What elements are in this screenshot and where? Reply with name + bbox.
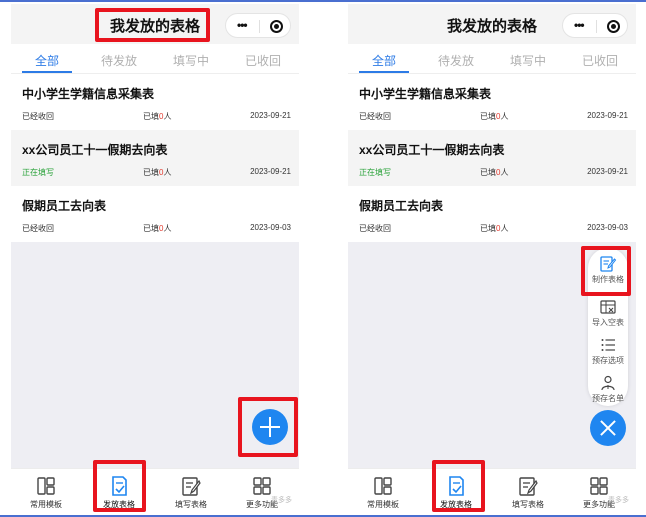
more-grid-icon bbox=[590, 477, 608, 495]
form-date: 2023-09-21 bbox=[250, 167, 291, 176]
form-status: 正在填写 bbox=[22, 168, 54, 177]
capsule-divider bbox=[259, 20, 260, 33]
close-icon[interactable] bbox=[590, 410, 626, 446]
nav-label: 填写表格 bbox=[512, 500, 544, 509]
form-status: 已经收回 bbox=[359, 112, 391, 121]
form-title: 假期员工去向表 bbox=[22, 199, 107, 213]
form-date: 2023-09-21 bbox=[250, 111, 291, 120]
form-fill-count: 已填0人 bbox=[143, 112, 172, 121]
screen-left: 我发放的表格 ••• 全部 待发放 填写中 已收回 中小学生学籍信息采集表 已经… bbox=[11, 4, 299, 514]
menu-preset-options[interactable]: 预存选项 bbox=[584, 335, 632, 371]
fill-form-icon bbox=[182, 477, 201, 496]
nav-fill[interactable]: 填写表格 bbox=[161, 473, 221, 513]
tab-all[interactable]: 全部 bbox=[11, 52, 83, 69]
capsule-divider bbox=[596, 20, 597, 33]
menu-label: 预存选项 bbox=[592, 356, 624, 365]
nav-more[interactable]: 更多功能 bbox=[232, 473, 292, 513]
mini-program-capsule: ••• bbox=[225, 13, 291, 38]
nav-label: 常用模板 bbox=[30, 500, 62, 509]
form-title: 中小学生学籍信息采集表 bbox=[22, 87, 155, 101]
highlight-nav-distribute bbox=[432, 460, 485, 512]
nav-more[interactable]: 更多功能 bbox=[569, 473, 629, 513]
tab-filling[interactable]: 填写中 bbox=[492, 52, 564, 69]
highlight-add bbox=[238, 397, 298, 457]
tab-pending[interactable]: 待发放 bbox=[420, 52, 492, 69]
form-card[interactable]: 中小学生学籍信息采集表 已经收回 已填0人 2023-09-21 bbox=[348, 74, 636, 130]
form-card[interactable]: xx公司员工十一假期去向表 正在填写 已填0人 2023-09-21 bbox=[11, 130, 299, 186]
menu-import-form[interactable]: 导入空表 bbox=[584, 297, 632, 333]
nav-label: 常用模板 bbox=[367, 500, 399, 509]
nav-templates[interactable]: 常用模板 bbox=[16, 473, 76, 513]
tab-collected[interactable]: 已收回 bbox=[227, 52, 299, 69]
form-fill-count: 已填0人 bbox=[480, 168, 509, 177]
form-card[interactable]: 假期员工去向表 已经收回 已填0人 2023-09-03 bbox=[11, 186, 299, 242]
template-grid-icon bbox=[37, 477, 55, 495]
import-form-icon bbox=[600, 300, 616, 314]
form-title: 假期员工去向表 bbox=[359, 199, 444, 213]
form-title: 中小学生学籍信息采集表 bbox=[359, 87, 492, 101]
watermark: 青多多 bbox=[271, 497, 292, 504]
form-date: 2023-09-21 bbox=[587, 167, 628, 176]
form-fill-count: 已填0人 bbox=[143, 224, 172, 233]
highlight-create-form bbox=[581, 246, 631, 296]
form-status: 正在填写 bbox=[359, 168, 391, 177]
form-date: 2023-09-03 bbox=[587, 223, 628, 232]
tab-pending[interactable]: 待发放 bbox=[83, 52, 155, 69]
more-dots-icon[interactable]: ••• bbox=[237, 18, 248, 32]
form-status: 已经收回 bbox=[22, 112, 54, 121]
form-date: 2023-09-03 bbox=[250, 223, 291, 232]
form-title: xx公司员工十一假期去向表 bbox=[22, 143, 168, 157]
menu-preset-list[interactable]: 预存名单 bbox=[584, 373, 632, 409]
screen-right: 我发放的表格 ••• 全部 待发放 填写中 已收回 中小学生学籍信息采集表 已经… bbox=[348, 4, 636, 514]
highlight-title bbox=[95, 8, 210, 42]
watermark: 青多多 bbox=[608, 497, 629, 504]
tab-all[interactable]: 全部 bbox=[348, 52, 420, 69]
form-fill-count: 已填0人 bbox=[480, 224, 509, 233]
bottom-tab-bar: 常用模板 发放表格 填写表格 更多功能 青多多 bbox=[11, 468, 299, 514]
top-divider bbox=[0, 0, 646, 2]
form-fill-count: 已填0人 bbox=[143, 168, 172, 177]
highlight-nav-distribute bbox=[93, 460, 146, 512]
bottom-tab-bar: 常用模板 发放表格 填写表格 更多功能 青多多 bbox=[348, 468, 636, 514]
form-date: 2023-09-21 bbox=[587, 111, 628, 120]
nav-label: 填写表格 bbox=[175, 500, 207, 509]
tab-collected[interactable]: 已收回 bbox=[564, 52, 636, 69]
form-card[interactable]: xx公司员工十一假期去向表 正在填写 已填0人 2023-09-21 bbox=[348, 130, 636, 186]
target-icon[interactable] bbox=[607, 20, 620, 33]
menu-label: 预存名单 bbox=[592, 394, 624, 403]
template-grid-icon bbox=[374, 477, 392, 495]
tab-active-indicator bbox=[22, 71, 72, 73]
status-tabs: 全部 待发放 填写中 已收回 bbox=[348, 44, 636, 74]
nav-fill[interactable]: 填写表格 bbox=[498, 473, 558, 513]
form-status: 已经收回 bbox=[22, 224, 54, 233]
nav-templates[interactable]: 常用模板 bbox=[353, 473, 413, 513]
tab-filling[interactable]: 填写中 bbox=[155, 52, 227, 69]
mini-program-capsule: ••• bbox=[562, 13, 628, 38]
form-card[interactable]: 假期员工去向表 已经收回 已填0人 2023-09-03 bbox=[348, 186, 636, 242]
form-card[interactable]: 中小学生学籍信息采集表 已经收回 已填0人 2023-09-21 bbox=[11, 74, 299, 130]
tab-active-indicator bbox=[359, 71, 409, 73]
status-tabs: 全部 待发放 填写中 已收回 bbox=[11, 44, 299, 74]
nav-bar: 我发放的表格 ••• bbox=[348, 4, 636, 44]
more-dots-icon[interactable]: ••• bbox=[574, 18, 585, 32]
fill-form-icon bbox=[519, 477, 538, 496]
form-title: xx公司员工十一假期去向表 bbox=[359, 143, 505, 157]
more-grid-icon bbox=[253, 477, 271, 495]
menu-label: 导入空表 bbox=[592, 318, 624, 327]
preset-list-icon bbox=[601, 375, 615, 391]
preset-options-icon bbox=[601, 339, 615, 351]
target-icon[interactable] bbox=[270, 20, 283, 33]
form-fill-count: 已填0人 bbox=[480, 112, 509, 121]
form-status: 已经收回 bbox=[359, 224, 391, 233]
